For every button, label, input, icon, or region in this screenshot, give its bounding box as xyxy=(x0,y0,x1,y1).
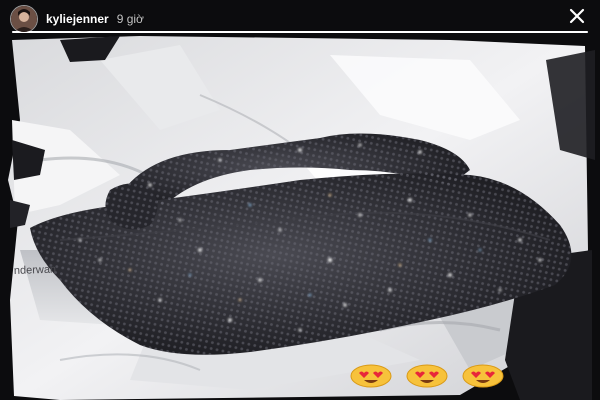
timestamp: 9 giờ xyxy=(116,12,144,26)
reaction-emoji-row xyxy=(349,364,505,388)
story-viewer: nderwan kyliejenner 9 giờ xyxy=(0,0,600,400)
story-photo: nderwan xyxy=(0,0,600,400)
close-icon[interactable] xyxy=(566,5,588,27)
avatar[interactable] xyxy=(10,5,38,33)
heart-eyes-icon xyxy=(350,364,392,388)
username[interactable]: kyliejenner xyxy=(46,12,109,26)
box-brand-text: nderwan xyxy=(14,264,57,277)
heart-eyes-icon xyxy=(462,364,504,388)
heart-eyes-icon xyxy=(406,364,448,388)
story-header: kyliejenner 9 giờ xyxy=(10,5,144,33)
